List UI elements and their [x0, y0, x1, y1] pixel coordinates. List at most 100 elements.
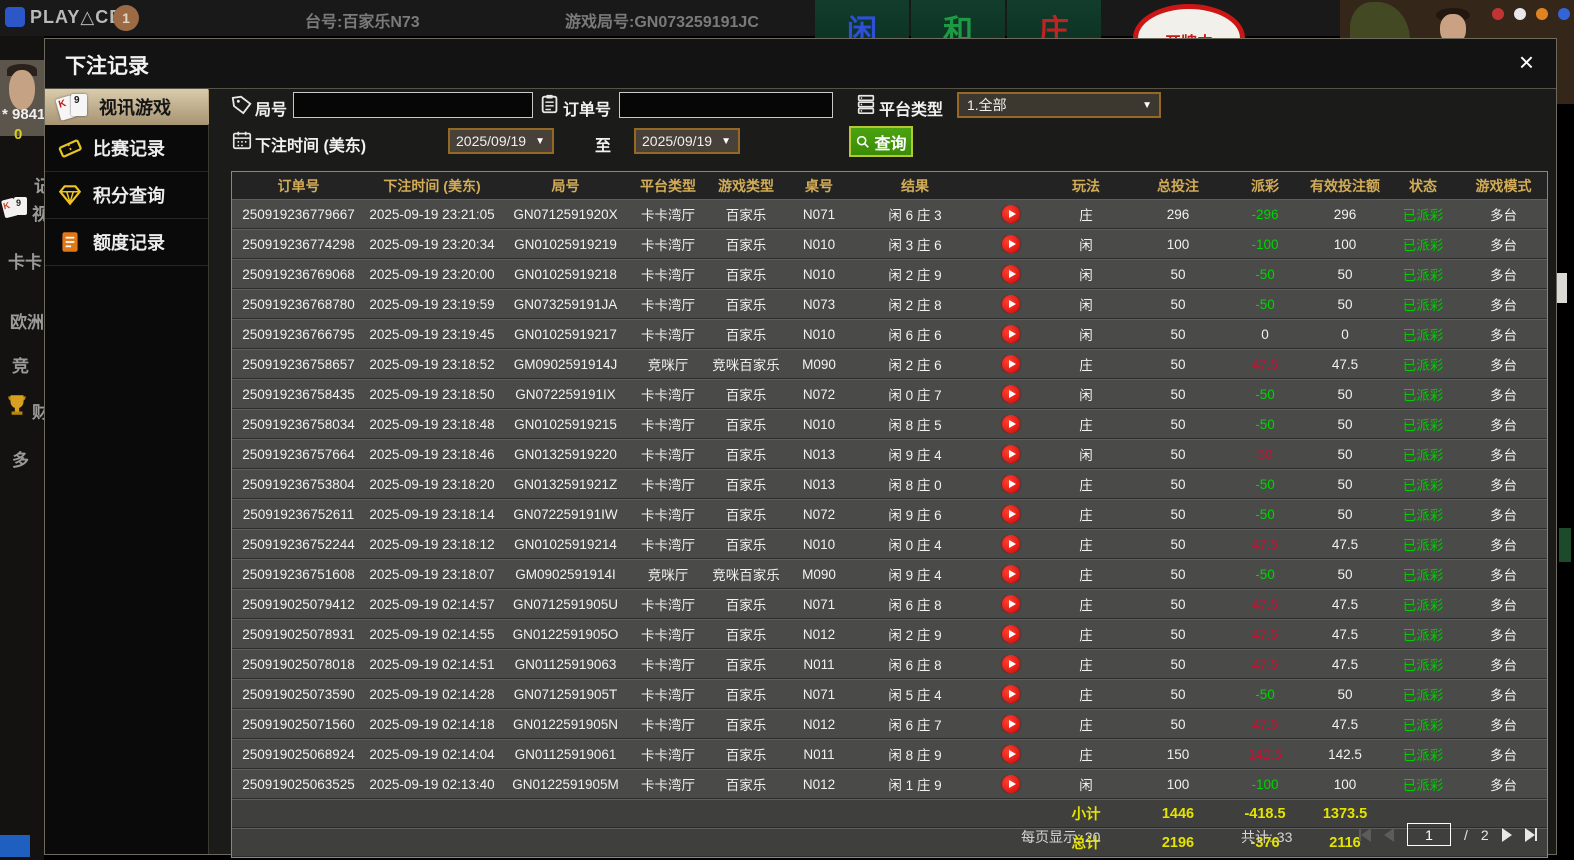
cell-total_bet: 50: [1170, 716, 1186, 732]
cell-order: 250919236753804: [242, 476, 355, 492]
cell-result: 闲 9 庄 4: [888, 448, 942, 463]
cell-game: 百家乐: [725, 628, 767, 643]
sidebar-item-points-query[interactable]: 积分查询: [45, 172, 208, 219]
date-to-select[interactable]: 2025/09/19 ▼: [634, 128, 740, 154]
sidebar-item-video-games[interactable]: K 9 视讯游戏: [45, 89, 221, 125]
cell-bet_on: 庄: [1079, 658, 1093, 673]
cell-round: GN072259191IX: [515, 386, 616, 402]
cell-round: GN0122591905M: [512, 776, 619, 792]
play-video-button[interactable]: [1002, 715, 1020, 733]
cell-mode: 多台: [1490, 328, 1517, 343]
per-page-label[interactable]: 每页显示: 20: [1021, 827, 1100, 847]
sidebar-item-match-records[interactable]: 比赛记录: [45, 125, 208, 172]
play-video-button[interactable]: [1002, 205, 1020, 223]
cell-payout: 50: [1257, 446, 1273, 462]
cell-table_no: N013: [802, 446, 836, 462]
play-video-button[interactable]: [1002, 295, 1020, 313]
cell-valid_bet: 0: [1341, 326, 1349, 342]
cell-play: [980, 325, 1042, 343]
first-page-button[interactable]: [1359, 827, 1371, 842]
balance-label: * 9841: [2, 106, 46, 123]
platform-type-select[interactable]: 1.全部 ▼: [957, 92, 1161, 118]
cell-play: [980, 205, 1042, 223]
cell-total_bet: 50: [1170, 416, 1186, 432]
col-header-round: 局号: [551, 177, 580, 194]
table-header-row: 订单号 下注时间 (美东) 局号 平台类型 游戏类型 桌号 结果 玩法 总投注 派彩 有效投注额 状态…: [232, 172, 1547, 199]
cell-order: 250919236758657: [242, 356, 355, 372]
page-number-input[interactable]: [1407, 823, 1451, 846]
play-video-button[interactable]: [1002, 355, 1020, 373]
order-number-input[interactable]: [619, 92, 833, 118]
table-row: 250919236757664 2025-09-19 23:18:46 GN0132…: [232, 439, 1547, 469]
sidebar-item-quota-records[interactable]: 额度记录: [45, 219, 208, 266]
cell-mode: 多台: [1490, 508, 1517, 523]
play-video-button[interactable]: [1002, 445, 1020, 463]
playace-logo-text: PLAY△CE: [30, 7, 123, 27]
close-icon[interactable]: ×: [1519, 47, 1534, 77]
table-row: 250919025079412 2025-09-19 02:14:57 GN0712…: [232, 589, 1547, 619]
cell-platform: 卡卡湾厅: [641, 778, 695, 793]
cell-payout: -50: [1255, 506, 1275, 522]
cell-status: 已派彩: [1402, 568, 1444, 583]
play-video-button[interactable]: [1002, 655, 1020, 673]
play-video-button[interactable]: [1002, 595, 1020, 613]
play-video-button[interactable]: [1002, 745, 1020, 763]
background-fragment-white: [1557, 273, 1567, 303]
cell-game: 百家乐: [725, 598, 767, 613]
play-video-button[interactable]: [1002, 415, 1020, 433]
last-page-button[interactable]: [1524, 827, 1537, 842]
cell-time: 2025-09-19 02:14:55: [369, 626, 495, 642]
cell-order: 250919025079412: [242, 596, 355, 612]
cell-payout: -50: [1255, 386, 1275, 402]
search-button[interactable]: 查询: [849, 126, 913, 157]
play-video-button[interactable]: [1002, 685, 1020, 703]
date-from-select[interactable]: 2025/09/19 ▼: [448, 128, 554, 154]
cell-platform: 卡卡湾厅: [641, 208, 695, 223]
platform-type-value: 1.全部: [967, 97, 1007, 113]
play-video-button[interactable]: [1002, 475, 1020, 493]
cell-bet_on: 庄: [1079, 598, 1093, 613]
cell-time: 2025-09-19 02:13:40: [369, 776, 495, 792]
cell-table_no: N073: [802, 296, 836, 312]
prev-page-button[interactable]: [1384, 827, 1394, 842]
cell-status: 已派彩: [1402, 508, 1444, 523]
cell-table_no: N071: [802, 596, 836, 612]
round-number-input[interactable]: [293, 92, 533, 118]
cell-table_no: M090: [802, 356, 836, 372]
play-video-button[interactable]: [1002, 535, 1020, 553]
play-video-button[interactable]: [1002, 625, 1020, 643]
cell-game: 竞咪百家乐: [712, 568, 780, 583]
cell-bet_on: 庄: [1079, 688, 1093, 703]
cell-play: [980, 295, 1042, 313]
cell-order: 250919236758435: [242, 386, 355, 402]
play-video-button[interactable]: [1002, 385, 1020, 403]
cell-table_no: N010: [802, 236, 836, 252]
play-video-button[interactable]: [1002, 325, 1020, 343]
document-icon: [57, 229, 83, 255]
next-page-button[interactable]: [1501, 827, 1512, 842]
background-left-menu: * 9841 0 记 K 9 视 卡卡 欧洲 竞 财 多: [0, 36, 51, 860]
cell-result: 闲 9 庄 4: [888, 568, 942, 583]
betting-records-modal: 下注记录 × K 9 视讯游戏 比赛记录 积分查询 额度记录 局号 订单号 平台…: [44, 38, 1557, 858]
table-row: 250919236774298 2025-09-19 23:20:34 GN0102…: [232, 229, 1547, 259]
bet-panel: 闲 和 庄: [815, 0, 1103, 60]
cell-result: 闲 2 庄 9: [888, 628, 942, 643]
play-video-button[interactable]: [1002, 565, 1020, 583]
chevron-down-icon: ▼: [721, 135, 731, 147]
cell-platform: 卡卡湾厅: [641, 658, 695, 673]
playing-cards-icon: K 9: [55, 93, 89, 121]
play-video-button[interactable]: [1002, 235, 1020, 253]
cell-game: 百家乐: [725, 298, 767, 313]
play-video-button[interactable]: [1002, 265, 1020, 283]
background-topbar: PLAY△CE 1 台号:百家乐N73 游戏局号:GN073259191JC: [0, 0, 1574, 36]
cell-round: GN072259191IW: [513, 506, 618, 522]
play-video-button[interactable]: [1002, 775, 1020, 793]
cell-total_bet: 50: [1170, 506, 1186, 522]
menu-frag-kaka: 卡卡: [8, 253, 42, 272]
play-video-button[interactable]: [1002, 505, 1020, 523]
cell-status: 已派彩: [1402, 628, 1444, 643]
cell-payout: -50: [1255, 266, 1275, 282]
sidebar-item-label: 额度记录: [93, 233, 165, 253]
cell-play: [980, 475, 1042, 493]
cell-payout: 47.5: [1251, 356, 1279, 372]
